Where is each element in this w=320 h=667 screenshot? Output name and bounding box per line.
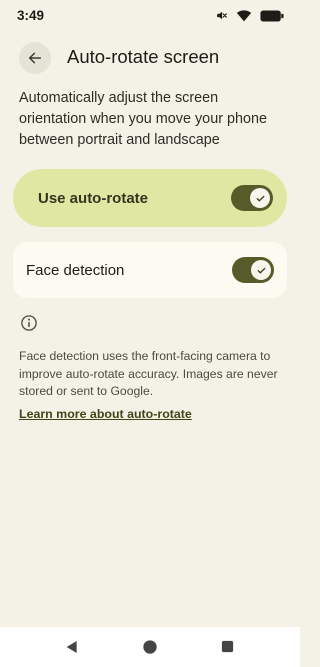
back-triangle-icon[interactable] (64, 639, 80, 655)
auto-rotate-label: Use auto-rotate (38, 189, 149, 207)
info-icon (20, 314, 38, 332)
face-detection-footnote: Face detection uses the front-facing cam… (19, 349, 278, 398)
check-icon (255, 193, 266, 204)
face-detection-label: Face detection (26, 261, 125, 279)
status-bar: 3:49 (0, 0, 300, 36)
arrow-left-icon (27, 50, 43, 66)
check-icon (256, 265, 267, 276)
navigation-bar (0, 627, 300, 667)
face-detection-setting[interactable]: Face detection (13, 242, 287, 298)
status-icons (215, 9, 284, 22)
page-description: Automatically adjust the screen orientat… (19, 90, 267, 148)
face-detection-toggle[interactable] (232, 257, 274, 283)
home-circle-icon[interactable] (142, 639, 158, 655)
learn-more-link[interactable]: Learn more about auto-rotate (19, 407, 192, 421)
recents-square-icon[interactable] (220, 639, 235, 654)
status-time: 3:49 (17, 8, 45, 23)
auto-rotate-setting[interactable]: Use auto-rotate (13, 169, 287, 227)
auto-rotate-toggle[interactable] (231, 185, 273, 211)
page-title: Auto-rotate screen (67, 46, 220, 67)
toggle-thumb (250, 188, 270, 208)
battery-icon (260, 9, 284, 22)
toggle-thumb (251, 260, 271, 280)
wifi-icon (236, 9, 252, 22)
mute-icon (215, 9, 228, 22)
back-button[interactable] (19, 42, 51, 74)
settings-screen: 3:49 Auto-rotate screen Automatically ad… (0, 0, 300, 667)
